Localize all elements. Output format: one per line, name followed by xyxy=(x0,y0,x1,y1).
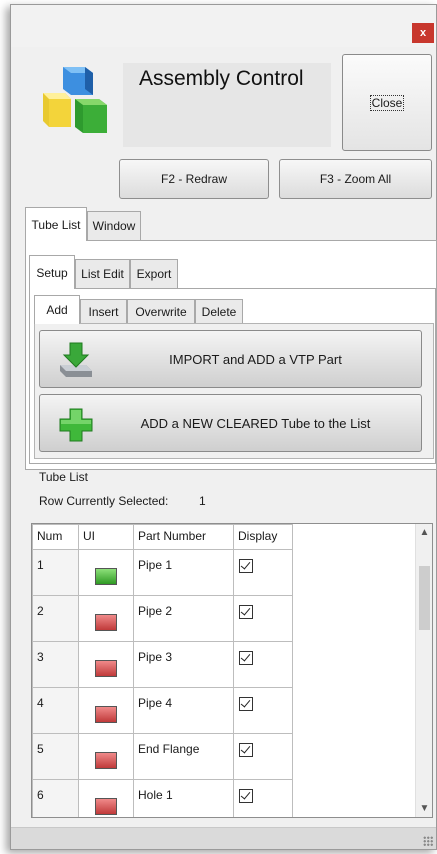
table-header-row: Num UI Part Number Display xyxy=(32,524,293,550)
column-header-part-number[interactable]: Part Number xyxy=(133,524,234,550)
tab-export[interactable]: Export xyxy=(130,259,178,288)
row-display-cell[interactable] xyxy=(233,549,293,596)
display-checkbox[interactable] xyxy=(239,605,253,619)
plus-icon xyxy=(59,408,93,442)
tab-overwrite[interactable]: Overwrite xyxy=(127,299,195,323)
column-header-display[interactable]: Display xyxy=(233,524,293,550)
tab-insert[interactable]: Insert xyxy=(80,299,127,323)
display-checkbox[interactable] xyxy=(239,697,253,711)
row-num-cell[interactable]: 2 xyxy=(32,595,79,642)
scroll-down-icon[interactable]: ▼ xyxy=(416,800,432,817)
part-number: Pipe 4 xyxy=(138,696,173,710)
row-num: 6 xyxy=(37,788,44,802)
import-add-vtp-label: IMPORT and ADD a VTP Part xyxy=(169,351,342,367)
title-panel: Assembly Control xyxy=(123,63,331,147)
part-number: Pipe 3 xyxy=(138,650,173,664)
row-ui-cell[interactable] xyxy=(78,549,134,596)
table-row[interactable]: 3 Pipe 3 xyxy=(32,641,293,688)
row-display-cell[interactable] xyxy=(233,687,293,734)
row-ui-cell[interactable] xyxy=(78,595,134,642)
tab-window[interactable]: Window xyxy=(87,211,141,240)
table-row[interactable]: 2 Pipe 2 xyxy=(32,595,293,642)
display-checkbox[interactable] xyxy=(239,559,253,573)
close-button[interactable]: Close xyxy=(342,54,432,151)
page-title: Assembly Control xyxy=(139,67,304,90)
display-checkbox[interactable] xyxy=(239,743,253,757)
row-display-cell[interactable] xyxy=(233,641,293,688)
ui-color-swatch[interactable] xyxy=(95,752,117,769)
scrollbar-thumb[interactable] xyxy=(419,566,430,630)
row-ui-cell[interactable] xyxy=(78,779,134,817)
row-num-cell[interactable]: 6 xyxy=(32,779,79,817)
scroll-up-icon[interactable]: ▲ xyxy=(416,524,432,541)
row-part-cell[interactable]: Pipe 1 xyxy=(133,549,234,596)
add-new-cleared-tube-button[interactable]: ADD a NEW CLEARED Tube to the List xyxy=(39,394,422,452)
row-selected-label: Row Currently Selected: xyxy=(39,494,169,508)
table-row[interactable]: 4 Pipe 4 xyxy=(32,687,293,734)
row-num: 2 xyxy=(37,604,44,618)
row-part-cell[interactable]: End Flange xyxy=(133,733,234,780)
import-add-vtp-button[interactable]: IMPORT and ADD a VTP Part xyxy=(39,330,422,388)
import-arrow-icon xyxy=(60,342,92,377)
ui-color-swatch[interactable] xyxy=(95,614,117,631)
tab-tube-list[interactable]: Tube List xyxy=(25,207,87,241)
part-number: Pipe 2 xyxy=(138,604,173,618)
row-ui-cell[interactable] xyxy=(78,733,134,780)
row-part-cell[interactable]: Hole 1 xyxy=(133,779,234,817)
tube-list-grid: Num UI Part Number Display 1 Pipe 1 2 Pipe … xyxy=(31,523,433,818)
row-num-cell[interactable]: 1 xyxy=(32,549,79,596)
status-bar xyxy=(11,827,436,849)
row-num-cell[interactable]: 4 xyxy=(32,687,79,734)
tube-list-heading: Tube List xyxy=(39,470,88,484)
tab-list-edit[interactable]: List Edit xyxy=(75,259,130,288)
add-new-cleared-tube-label: ADD a NEW CLEARED Tube to the List xyxy=(140,415,371,431)
ui-color-swatch[interactable] xyxy=(95,660,117,677)
tube-list-table: Num UI Part Number Display 1 Pipe 1 2 Pipe … xyxy=(32,524,293,817)
row-num: 5 xyxy=(37,742,44,756)
resize-grip-icon[interactable] xyxy=(423,836,433,846)
row-num-cell[interactable]: 3 xyxy=(32,641,79,688)
row-num: 3 xyxy=(37,650,44,664)
table-row[interactable]: 1 Pipe 1 xyxy=(32,549,293,596)
cubes-logo-icon xyxy=(43,67,107,133)
column-header-num[interactable]: Num xyxy=(32,524,79,550)
ui-color-swatch[interactable] xyxy=(95,798,117,815)
part-number: End Flange xyxy=(138,742,200,756)
row-part-cell[interactable]: Pipe 2 xyxy=(133,595,234,642)
row-display-cell[interactable] xyxy=(233,733,293,780)
row-ui-cell[interactable] xyxy=(78,641,134,688)
tab-setup[interactable]: Setup xyxy=(29,255,75,289)
row-num-cell[interactable]: 5 xyxy=(32,733,79,780)
table-row[interactable]: 6 Hole 1 xyxy=(32,779,293,817)
part-number: Hole 1 xyxy=(138,788,173,802)
part-number: Pipe 1 xyxy=(138,558,173,572)
row-part-cell[interactable]: Pipe 3 xyxy=(133,641,234,688)
row-num: 1 xyxy=(37,558,44,572)
row-display-cell[interactable] xyxy=(233,595,293,642)
vertical-scrollbar[interactable]: ▲ ▼ xyxy=(415,524,432,817)
zoom-all-button[interactable]: F3 - Zoom All xyxy=(279,159,432,199)
column-header-ui[interactable]: UI xyxy=(78,524,134,550)
row-selected-value: 1 xyxy=(199,494,206,508)
row-num: 4 xyxy=(37,696,44,710)
redraw-button[interactable]: F2 - Redraw xyxy=(119,159,269,199)
display-checkbox[interactable] xyxy=(239,651,253,665)
window-close-icon[interactable]: x xyxy=(412,23,434,43)
row-ui-cell[interactable] xyxy=(78,687,134,734)
ui-color-swatch[interactable] xyxy=(95,568,117,585)
row-display-cell[interactable] xyxy=(233,779,293,817)
table-row[interactable]: 5 End Flange xyxy=(32,733,293,780)
display-checkbox[interactable] xyxy=(239,789,253,803)
tab-delete[interactable]: Delete xyxy=(195,299,243,323)
title-bar: x xyxy=(11,5,436,47)
tab-add[interactable]: Add xyxy=(34,295,80,324)
ui-color-swatch[interactable] xyxy=(95,706,117,723)
assembly-control-window: x Assembly Control Close F2 - Redraw F3 … xyxy=(10,4,437,850)
row-part-cell[interactable]: Pipe 4 xyxy=(133,687,234,734)
close-button-label: Close xyxy=(369,94,405,111)
